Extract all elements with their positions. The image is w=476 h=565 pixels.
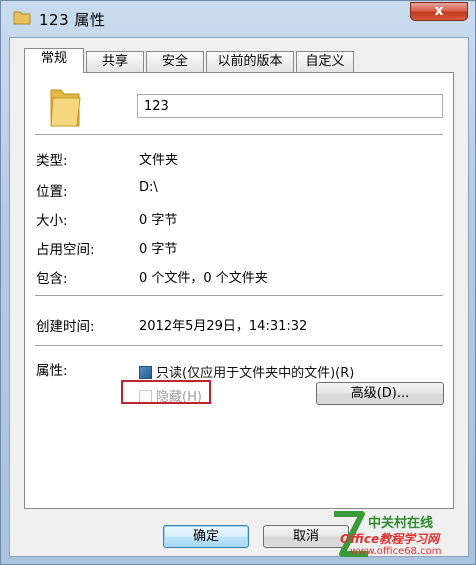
attributes-label: 属性: bbox=[36, 363, 68, 379]
size-value: 0 字节 bbox=[139, 213, 178, 228]
tab-customize[interactable]: 自定义 bbox=[296, 51, 354, 72]
size-label: 大小: bbox=[36, 213, 68, 229]
location-value: D:\ bbox=[139, 180, 158, 195]
created-label: 创建时间: bbox=[36, 319, 95, 335]
size-on-disk-label: 占用空间: bbox=[36, 242, 95, 258]
readonly-checkbox-label: 只读(仅应用于文件夹中的文件)(R) bbox=[156, 366, 355, 381]
large-folder-icon bbox=[50, 89, 81, 127]
separator bbox=[35, 295, 443, 297]
readonly-checkbox-row[interactable]: 只读(仅应用于文件夹中的文件)(R) bbox=[139, 362, 354, 381]
watermark-line3: www.office68.com bbox=[350, 546, 442, 557]
advanced-button[interactable]: 高级(D)... bbox=[316, 382, 444, 405]
contains-value: 0 个文件，0 个文件夹 bbox=[139, 271, 268, 286]
created-value: 2012年5月29日，14:31:32 bbox=[139, 319, 308, 334]
watermark-line2: Office教程学习网 bbox=[340, 532, 440, 546]
close-button[interactable]: x bbox=[410, 2, 468, 21]
properties-window: 123 属性 x 常规 共享 安全 以前的版本 自定义 类型: 文件夹 位置: … bbox=[0, 0, 476, 565]
tab-general[interactable]: 常规 bbox=[24, 48, 84, 73]
general-tab-panel: 类型: 文件夹 位置: D:\ 大小: 0 字节 占用空间: 0 字节 包含: … bbox=[24, 72, 454, 509]
type-value: 文件夹 bbox=[139, 153, 179, 168]
separator bbox=[35, 345, 443, 347]
window-title: 123 属性 bbox=[39, 11, 106, 29]
highlight-box bbox=[121, 380, 211, 404]
tab-previous-versions[interactable]: 以前的版本 bbox=[206, 51, 294, 72]
title-bar[interactable]: 123 属性 x bbox=[1, 1, 476, 37]
type-label: 类型: bbox=[36, 153, 68, 169]
location-label: 位置: bbox=[36, 184, 68, 200]
folder-name-input[interactable] bbox=[137, 94, 443, 118]
contains-label: 包含: bbox=[36, 271, 68, 287]
separator bbox=[35, 134, 443, 136]
tab-sharing[interactable]: 共享 bbox=[86, 51, 144, 72]
size-on-disk-value: 0 字节 bbox=[139, 242, 178, 257]
watermark-line1: 中关村在线 bbox=[368, 516, 434, 531]
readonly-checkbox[interactable] bbox=[139, 366, 152, 379]
dialog-client-area: 常规 共享 安全 以前的版本 自定义 类型: 文件夹 位置: D:\ 大小: 0… bbox=[9, 37, 469, 557]
folder-icon bbox=[13, 11, 31, 25]
tab-security[interactable]: 安全 bbox=[146, 51, 204, 72]
close-icon: x bbox=[434, 3, 444, 19]
ok-button[interactable]: 确定 bbox=[163, 525, 249, 548]
